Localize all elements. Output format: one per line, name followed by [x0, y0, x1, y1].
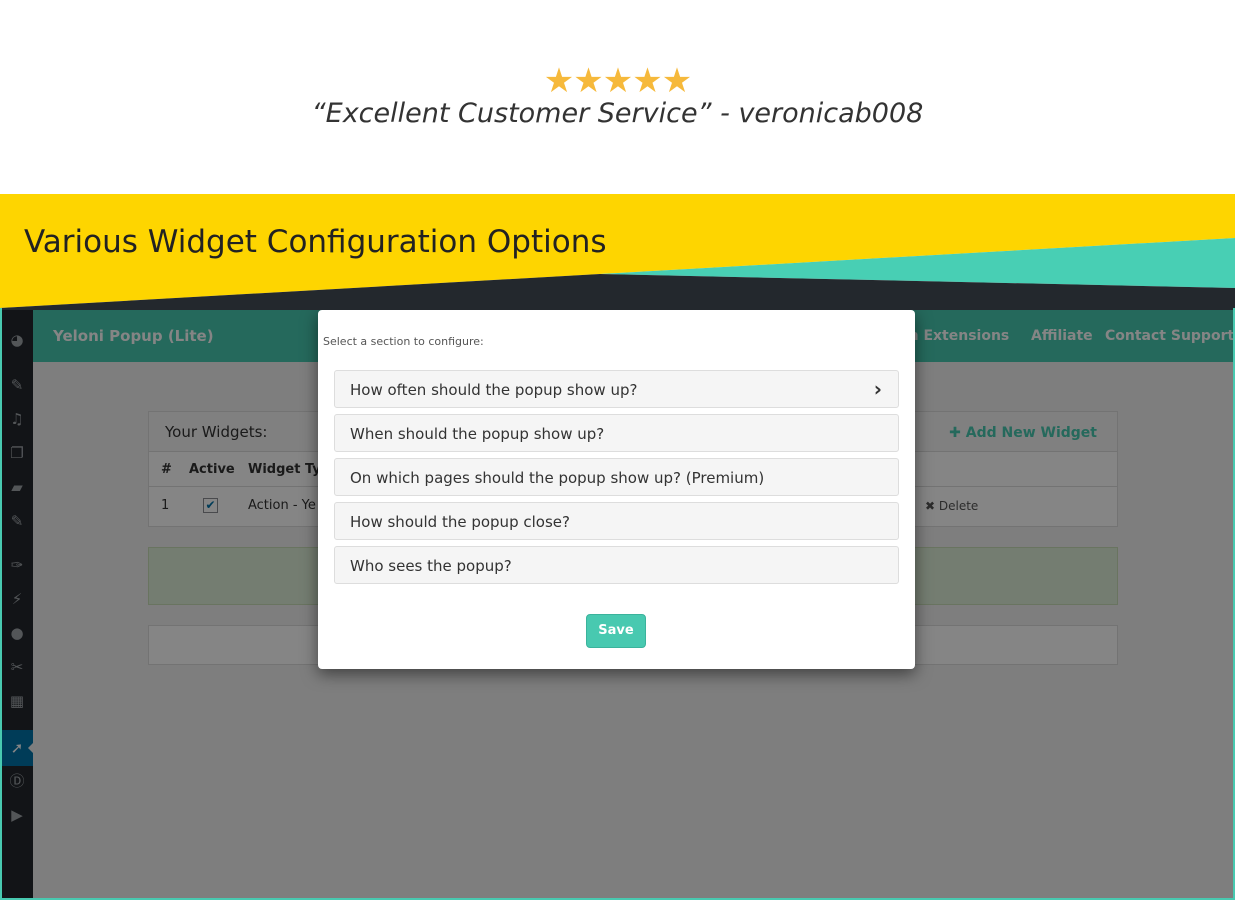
page: ★★★★★ “Excellent Customer Service” - ver…: [0, 0, 1235, 900]
save-button[interactable]: Save: [586, 614, 646, 648]
section-when[interactable]: When should the popup show up?: [334, 414, 899, 452]
section-who-sees[interactable]: Who sees the popup?: [334, 546, 899, 584]
section-label: How often should the popup show up?: [350, 381, 638, 399]
section-label: How should the popup close?: [350, 513, 570, 531]
section-label: Who sees the popup?: [350, 557, 512, 575]
section-which-pages[interactable]: On which pages should the popup show up?…: [334, 458, 899, 496]
section-how-often[interactable]: How often should the popup show up? ›: [334, 370, 899, 408]
chevron-right-icon: ›: [873, 377, 882, 401]
configure-modal: Select a section to configure: How often…: [318, 310, 915, 669]
section-how-close[interactable]: How should the popup close?: [334, 502, 899, 540]
section-label: On which pages should the popup show up?…: [350, 469, 765, 487]
wp-admin-window: ◕ ✎ ♫ ❐ ▰ ✎ ✑ ⚡ ● ✂ ▦ ➚ Ⓓ ▶ Yeloni Popup…: [2, 310, 1233, 898]
banner-title: Various Widget Configuration Options: [24, 224, 607, 260]
section-label: When should the popup show up?: [350, 425, 605, 443]
modal-hint: Select a section to configure:: [323, 335, 484, 348]
rating-stars: ★★★★★: [543, 61, 692, 101]
testimonial-quote: “Excellent Customer Service” - veronicab…: [311, 98, 924, 129]
